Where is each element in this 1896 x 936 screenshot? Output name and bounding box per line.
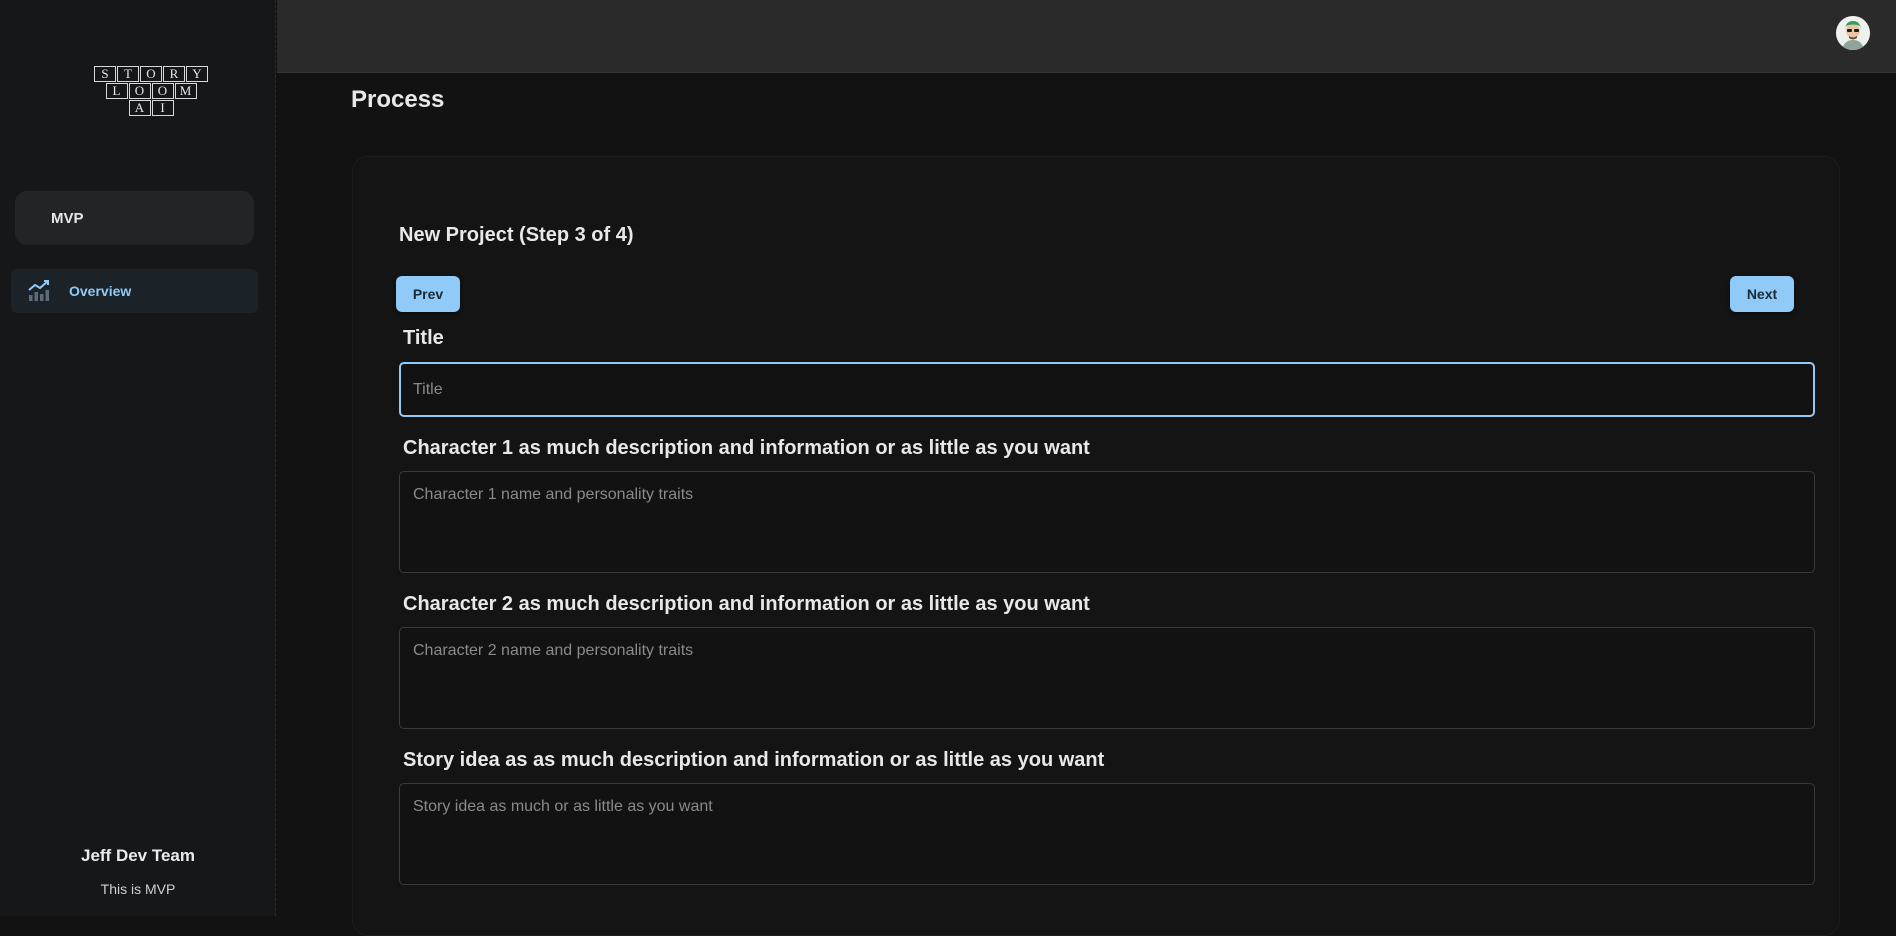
page-title: Process — [351, 86, 445, 113]
chart-trend-icon — [28, 280, 49, 301]
logo-letter: O — [140, 66, 162, 82]
logo-row-3: A I — [60, 100, 242, 117]
title-label: Title — [403, 327, 444, 349]
logo-row-2: L O O M — [60, 83, 242, 100]
logo-letter: I — [151, 100, 174, 116]
sidebar-item-overview[interactable]: Overview — [11, 269, 258, 313]
team-name: Jeff Dev Team — [80, 846, 195, 865]
story-label: Story idea as as much description and in… — [403, 749, 1105, 771]
logo-row-1: S T O R Y — [60, 66, 242, 83]
sidebar: S T O R Y L O O M A I MVP Overview Jeff … — [0, 0, 276, 916]
project-selector-mvp[interactable]: MVP — [15, 191, 254, 245]
step-title: New Project (Step 3 of 4) — [399, 224, 634, 246]
logo-letter: S — [94, 66, 116, 82]
team-subtitle: This is MVP — [100, 881, 176, 897]
logo-letter: M — [174, 83, 197, 99]
title-input[interactable] — [399, 362, 1815, 417]
next-button[interactable]: Next — [1730, 276, 1794, 312]
avatar-icon — [1836, 16, 1870, 50]
character1-label: Character 1 as much description and info… — [403, 437, 1090, 459]
top-bar — [277, 0, 1896, 73]
logo-letter: O — [151, 83, 174, 99]
character2-textarea[interactable] — [399, 627, 1815, 729]
project-label: MVP — [51, 209, 84, 227]
logo-letter: Y — [186, 66, 208, 82]
logo-letter: A — [128, 100, 151, 116]
logo-letter: R — [163, 66, 185, 82]
logo-letter: L — [105, 83, 128, 99]
prev-button[interactable]: Prev — [396, 276, 460, 312]
character2-label: Character 2 as much description and info… — [403, 593, 1090, 615]
character1-textarea[interactable] — [399, 471, 1815, 573]
story-textarea[interactable] — [399, 783, 1815, 885]
logo-letter: O — [128, 83, 151, 99]
logo-letter: T — [117, 66, 139, 82]
storyloom-logo[interactable]: S T O R Y L O O M A I — [60, 66, 242, 118]
user-avatar[interactable] — [1836, 16, 1870, 50]
sidebar-item-label: Overview — [69, 283, 132, 299]
